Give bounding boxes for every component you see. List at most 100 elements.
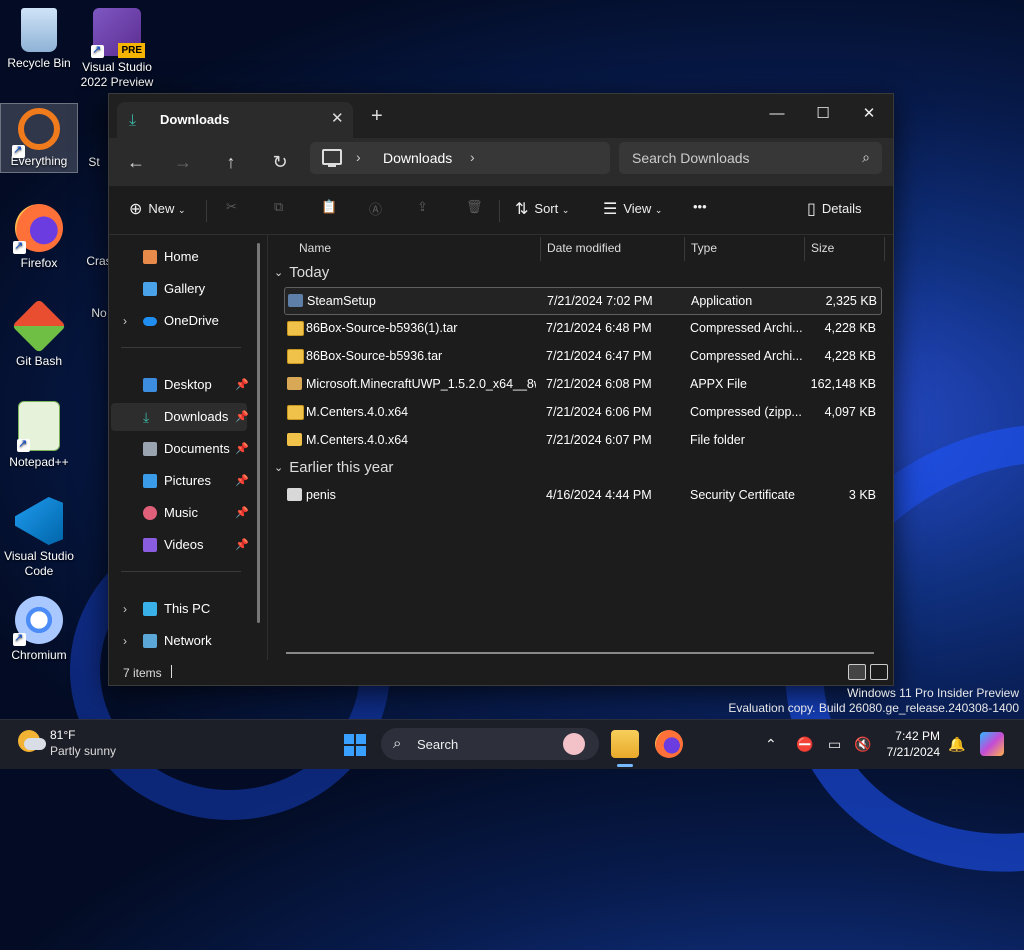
- chevron-right-icon[interactable]: ›: [123, 627, 127, 655]
- volume-muted-icon[interactable]: 🔇: [854, 736, 871, 753]
- table-row[interactable]: 86Box-Source-b5936.tar 7/21/2024 6:47 PM C…: [284, 343, 880, 369]
- group-header-today[interactable]: ⌄ Today: [274, 264, 329, 281]
- maximize-button[interactable]: ☐: [803, 100, 843, 128]
- column-divider[interactable]: [540, 237, 541, 261]
- sidebar-item-gallery[interactable]: Gallery: [111, 275, 247, 303]
- notification-bell-icon[interactable]: 🔔: [948, 736, 965, 753]
- close-button[interactable]: ✕: [849, 100, 889, 128]
- column-header-name[interactable]: Name: [299, 241, 331, 255]
- table-row[interactable]: SteamSetup 7/21/2024 7:02 PM Application 2,…: [284, 287, 882, 315]
- cut-icon[interactable]: ✂: [226, 199, 237, 215]
- file-type: Security Certificate: [690, 488, 795, 502]
- refresh-button[interactable]: ↻: [267, 150, 293, 174]
- view-button[interactable]: ☰ View ⌄: [603, 199, 662, 219]
- sidebar-item-network[interactable]: › Network: [111, 627, 247, 655]
- desktop-icon-firefox[interactable]: Firefox: [1, 204, 77, 271]
- file-size: 4,228 KB: [824, 321, 876, 335]
- sidebar-item-downloads[interactable]: ⤓ Downloads 📌: [111, 403, 249, 431]
- address-bar[interactable]: › Downloads ›: [310, 142, 610, 174]
- sidebar-item-videos[interactable]: Videos 📌: [111, 531, 249, 559]
- horizontal-scrollbar[interactable]: [286, 652, 874, 654]
- desktop-icon-recycle-bin[interactable]: Recycle Bin: [1, 8, 77, 71]
- back-button[interactable]: ←: [123, 150, 149, 174]
- display-icon[interactable]: ▭: [828, 736, 841, 753]
- pin-icon: 📌: [235, 475, 249, 487]
- large-icons-view-button[interactable]: [870, 664, 888, 680]
- watermark-line: Evaluation copy. Build 26080.ge_release.…: [728, 701, 1019, 715]
- sidebar-item-pictures[interactable]: Pictures 📌: [111, 467, 249, 495]
- network-disconnected-icon[interactable]: ⛔: [796, 736, 813, 753]
- column-divider[interactable]: [804, 237, 805, 261]
- search-icon: ⌕: [862, 149, 870, 165]
- file-list: Name Date modified Type Size ⌄ Today Stea…: [268, 235, 893, 660]
- minimize-button[interactable]: —: [757, 100, 797, 128]
- watermark-line: Windows 11 Pro Insider Preview: [847, 686, 1019, 700]
- start-button[interactable]: [344, 734, 366, 756]
- column-header-date-modified[interactable]: Date modified: [547, 241, 621, 255]
- paste-icon[interactable]: 📋: [321, 199, 337, 215]
- copy-icon[interactable]: ⧉: [274, 199, 283, 215]
- sort-button[interactable]: ⇅ Sort ⌄: [515, 199, 569, 219]
- column-header-size[interactable]: Size: [811, 241, 834, 255]
- breadcrumb-downloads[interactable]: Downloads: [383, 150, 452, 166]
- more-options-button[interactable]: •••: [693, 199, 707, 214]
- table-row[interactable]: Microsoft.MinecraftUWP_1.5.2.0_x64__8w..…: [284, 371, 880, 397]
- new-tab-button[interactable]: +: [371, 105, 383, 128]
- desktop-icon-visual-studio-code[interactable]: Visual Studio Code: [1, 497, 77, 579]
- clock-date[interactable]: 7/21/2024: [870, 745, 940, 759]
- sidebar-scrollbar[interactable]: [257, 243, 260, 623]
- group-label: Today: [289, 264, 330, 281]
- navigation-pane: Home Gallery › OneDrive Desktop 📌 ⤓ Down…: [109, 235, 267, 660]
- file-type: File folder: [690, 433, 745, 447]
- tab-close-icon[interactable]: ✕: [331, 109, 344, 127]
- desktop-icon-chromium[interactable]: Chromium: [1, 596, 77, 663]
- delete-icon[interactable]: 🗑: [466, 199, 483, 215]
- desktop-icon-notepad-plus-plus[interactable]: Notepad++: [1, 401, 77, 470]
- table-row[interactable]: 86Box-Source-b5936(1).tar 7/21/2024 6:48 …: [284, 315, 880, 341]
- shortcut-arrow-icon: [13, 239, 26, 254]
- navigation-bar: ← → ↑ ↻ › Downloads › Search Downloads ⌕: [109, 138, 893, 186]
- sidebar-item-this-pc[interactable]: › This PC: [111, 595, 247, 623]
- taskbar-search[interactable]: ⌕ Search: [381, 728, 599, 760]
- desktop-icon-st[interactable]: St: [79, 125, 109, 170]
- chevron-up-icon[interactable]: ⌃: [765, 736, 777, 753]
- file-size: 4,097 KB: [824, 405, 876, 419]
- column-divider[interactable]: [684, 237, 685, 261]
- sidebar-item-home[interactable]: Home: [111, 243, 247, 271]
- visual-studio-icon: PRE: [91, 8, 145, 58]
- search-input[interactable]: Search Downloads ⌕: [619, 142, 882, 174]
- windows-logo-icon: [344, 734, 354, 744]
- sidebar-item-documents[interactable]: Documents 📌: [111, 435, 249, 463]
- chevron-right-icon[interactable]: ›: [356, 149, 361, 165]
- chevron-right-icon[interactable]: ›: [123, 307, 127, 335]
- share-icon[interactable]: ⇪: [417, 199, 428, 215]
- table-row[interactable]: penis 4/16/2024 4:44 PM Security Certifica…: [284, 482, 880, 508]
- desktop-icon-everything[interactable]: Everything: [0, 103, 78, 173]
- taskbar-file-explorer[interactable]: [611, 730, 639, 767]
- sidebar-item-desktop[interactable]: Desktop 📌: [111, 371, 249, 399]
- sidebar-item-music[interactable]: Music 📌: [111, 499, 249, 527]
- group-header-earlier-this-year[interactable]: ⌄ Earlier this year: [274, 459, 393, 476]
- sidebar-item-label: Pictures: [164, 473, 211, 488]
- column-divider[interactable]: [884, 237, 885, 261]
- downloads-folder-icon: ⤓: [143, 409, 150, 425]
- file-type: Compressed Archi...: [690, 321, 802, 335]
- rename-icon[interactable]: Ⓐ: [369, 199, 382, 218]
- details-view-button[interactable]: [848, 664, 866, 680]
- clock-time[interactable]: 7:42 PM: [888, 729, 940, 743]
- desktop-icon-visual-studio-2022[interactable]: PRE Visual Studio 2022 Preview: [79, 8, 155, 90]
- chevron-right-icon[interactable]: ›: [123, 595, 127, 623]
- tab-downloads[interactable]: ⤓ Downloads ✕: [117, 102, 353, 138]
- chevron-right-icon[interactable]: ›: [470, 149, 475, 165]
- up-button[interactable]: ↑: [218, 150, 244, 174]
- taskbar-firefox[interactable]: [655, 730, 683, 758]
- column-header-type[interactable]: Type: [691, 241, 717, 255]
- sidebar-item-onedrive[interactable]: › OneDrive: [111, 307, 247, 335]
- desktop-icon-git-bash[interactable]: Git Bash: [1, 298, 77, 369]
- copilot-icon[interactable]: [980, 732, 1004, 756]
- details-button[interactable]: ▯ Details: [807, 199, 862, 219]
- new-button[interactable]: ⊕ New ⌄: [129, 199, 186, 219]
- table-row[interactable]: M.Centers.4.0.x64 7/21/2024 6:07 PM File f…: [284, 427, 880, 453]
- forward-button[interactable]: →: [170, 150, 196, 174]
- table-row[interactable]: M.Centers.4.0.x64 7/21/2024 6:06 PM Compre…: [284, 399, 880, 425]
